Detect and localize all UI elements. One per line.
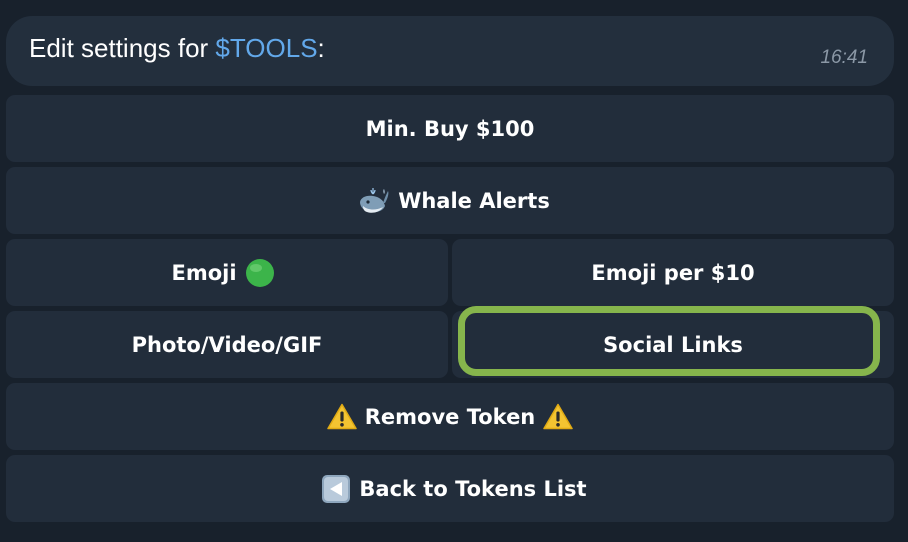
whale-alerts-button[interactable]: Whale Alerts xyxy=(6,167,894,234)
green-circle-icon xyxy=(245,258,275,288)
remove-token-label: Remove Token xyxy=(364,404,536,429)
token-ticker[interactable]: $TOOLS xyxy=(215,33,317,63)
message-text: Edit settings for $TOOLS: xyxy=(29,33,325,64)
emoji-per-label: Emoji per $10 xyxy=(591,260,755,285)
back-to-tokens-button[interactable]: Back to Tokens List xyxy=(6,455,894,522)
min-buy-button[interactable]: Min. Buy $100 xyxy=(6,95,894,162)
message-suffix: : xyxy=(317,33,325,63)
message-prefix: Edit settings for xyxy=(29,33,216,63)
emoji-label: Emoji xyxy=(171,260,237,285)
social-links-button[interactable]: Social Links xyxy=(452,311,894,378)
whale-icon xyxy=(358,186,390,216)
min-buy-label: Min. Buy $100 xyxy=(365,116,535,141)
back-to-tokens-label: Back to Tokens List xyxy=(359,476,587,501)
whale-alerts-label: Whale Alerts xyxy=(398,188,550,213)
remove-token-button[interactable]: Remove Token xyxy=(6,383,894,450)
emoji-per-button[interactable]: Emoji per $10 xyxy=(452,239,894,306)
emoji-button[interactable]: Emoji xyxy=(6,239,448,306)
message-bubble: Edit settings for $TOOLS: 16:41 xyxy=(6,16,894,86)
media-label: Photo/Video/GIF xyxy=(131,332,323,357)
social-links-label: Social Links xyxy=(603,332,743,357)
media-button[interactable]: Photo/Video/GIF xyxy=(6,311,448,378)
message-time: 16:41 xyxy=(820,47,868,68)
warning-icon xyxy=(326,403,357,430)
warning-icon xyxy=(543,403,574,430)
back-arrow-icon xyxy=(321,474,351,504)
